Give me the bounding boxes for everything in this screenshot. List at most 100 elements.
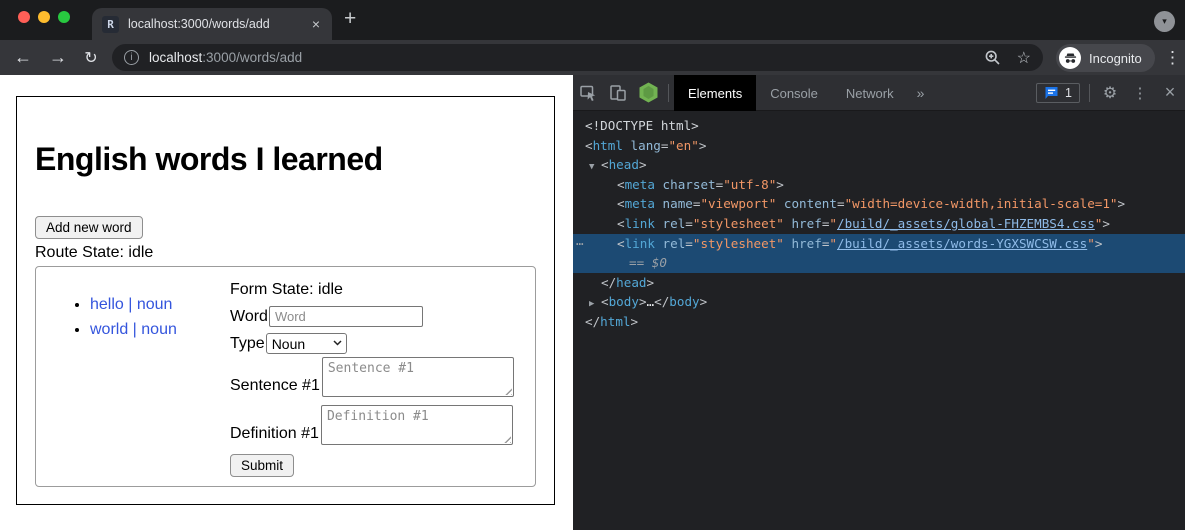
tab-search-button[interactable]: ▾ xyxy=(1154,11,1175,32)
code-token: < xyxy=(617,216,625,231)
code-token xyxy=(776,196,784,211)
zoom-icon[interactable] xyxy=(984,49,1001,66)
code-token: > xyxy=(776,177,784,192)
incognito-label: Incognito xyxy=(1089,51,1142,66)
devtools-code-line[interactable]: <meta charset="utf-8"> xyxy=(573,175,1185,195)
code-token: head xyxy=(616,275,646,290)
code-token: = xyxy=(685,236,693,251)
browser-window: R localhost:3000/words/add × + ▾ ← → ↻ i… xyxy=(0,0,1185,530)
definition-textarea[interactable] xyxy=(321,405,513,445)
minimize-window-button[interactable] xyxy=(38,11,50,23)
devtools-code-line[interactable]: ⋯<link rel="stylesheet" href="/build/_as… xyxy=(573,234,1185,254)
devtools-code-line[interactable]: ▼<head> xyxy=(573,155,1185,175)
address-bar[interactable]: i localhost:3000/words/add ☆ xyxy=(112,44,1043,71)
code-token: = xyxy=(837,196,845,211)
devtools-panel: Elements Console Network » 1 ⚙ ⋮ × <!DOC… xyxy=(573,75,1185,530)
tab-network[interactable]: Network xyxy=(832,75,908,111)
code-token: > xyxy=(1095,236,1103,251)
forward-icon[interactable]: → xyxy=(45,40,71,75)
route-state-text: Route State: idle xyxy=(35,244,536,262)
maximize-window-button[interactable] xyxy=(58,11,70,23)
devtools-code-line[interactable]: </html> xyxy=(573,312,1185,332)
devtools-code-line[interactable]: <link rel="stylesheet" href="/build/_ass… xyxy=(573,214,1185,234)
code-token: == $0 xyxy=(629,255,667,270)
browser-menu-icon[interactable]: ⋮ xyxy=(1164,40,1181,75)
bookmark-star-icon[interactable]: ☆ xyxy=(1017,48,1031,68)
code-token: < xyxy=(617,177,625,192)
code-token: head xyxy=(609,157,639,172)
inspect-element-icon[interactable] xyxy=(573,75,603,111)
word-link[interactable]: world | noun xyxy=(90,321,177,338)
settings-gear-icon[interactable]: ⚙ xyxy=(1095,75,1125,111)
site-info-icon[interactable]: i xyxy=(124,50,139,65)
code-token: rel xyxy=(663,236,686,251)
line-actions-dots-icon[interactable]: ⋯ xyxy=(576,234,583,254)
reload-icon[interactable]: ↻ xyxy=(78,40,104,75)
code-token: "stylesheet" xyxy=(693,216,784,231)
devtools-code-line[interactable]: == $0 xyxy=(573,253,1185,273)
code-token: name xyxy=(663,196,693,211)
form-state-text: Form State: idle xyxy=(230,280,529,300)
close-window-button[interactable] xyxy=(18,11,30,23)
code-token: /build/_assets/words-YGXSWCSW.css xyxy=(837,236,1087,251)
sentence-field-row: Sentence #1 xyxy=(230,357,529,397)
more-tabs-icon[interactable]: » xyxy=(908,85,934,101)
sentence-textarea[interactable] xyxy=(322,357,514,397)
code-token: /build/_assets/global-FHZEMBS4.css xyxy=(837,216,1095,231)
devtools-close-icon[interactable]: × xyxy=(1155,75,1185,111)
code-token: "width=device-width,initial-scale=1" xyxy=(845,196,1118,211)
code-token: < xyxy=(617,236,625,251)
word-label: Word xyxy=(230,308,268,326)
type-select[interactable]: Noun xyxy=(266,333,347,354)
devtools-code-line[interactable]: <meta name="viewport" content="width=dev… xyxy=(573,194,1185,214)
definition-label: Definition #1 xyxy=(230,424,319,444)
code-token: " xyxy=(829,216,837,231)
nodejs-extension-icon[interactable] xyxy=(633,75,663,111)
browser-tab[interactable]: R localhost:3000/words/add × xyxy=(92,8,332,40)
devtools-code-line[interactable]: ▶<body>…</body> xyxy=(573,292,1185,312)
devtools-code-line[interactable]: <html lang="en"> xyxy=(573,136,1185,156)
devtools-code-line[interactable]: </head> xyxy=(573,273,1185,293)
word-input[interactable] xyxy=(269,306,423,327)
url-path: :3000/words/add xyxy=(202,50,302,65)
code-token: > xyxy=(639,294,647,309)
code-token: "en" xyxy=(668,138,698,153)
tab-close-icon[interactable]: × xyxy=(310,16,322,32)
url-text[interactable]: localhost:3000/words/add xyxy=(149,50,302,65)
code-token: … xyxy=(647,294,655,309)
word-link[interactable]: hello | noun xyxy=(90,296,172,313)
devtools-code-line[interactable]: <!DOCTYPE html> xyxy=(573,116,1185,136)
code-token: < xyxy=(617,196,625,211)
code-token xyxy=(655,196,663,211)
toolbar-divider xyxy=(1089,84,1090,102)
tab-console[interactable]: Console xyxy=(756,75,832,111)
word-field-row: Word xyxy=(230,306,529,327)
code-token: > xyxy=(1118,196,1126,211)
word-list-column: hello | noun world | noun xyxy=(36,267,226,486)
new-tab-button[interactable]: + xyxy=(344,7,356,31)
code-token: link xyxy=(625,216,655,231)
word-form-column: Form State: idle Word Type Noun xyxy=(226,267,535,486)
issues-counter[interactable]: 1 xyxy=(1036,83,1080,103)
sentence-textarea-wrap xyxy=(322,357,514,397)
code-token: meta xyxy=(625,196,655,211)
code-token: link xyxy=(625,236,655,251)
back-icon[interactable]: ← xyxy=(10,40,36,75)
add-new-word-button[interactable]: Add new word xyxy=(35,216,143,239)
code-token: body xyxy=(669,294,699,309)
code-token xyxy=(655,177,663,192)
issues-count: 1 xyxy=(1065,86,1072,100)
window-controls xyxy=(18,11,70,23)
code-token: "stylesheet" xyxy=(693,236,784,251)
tab-elements[interactable]: Elements xyxy=(674,75,756,111)
submit-button[interactable]: Submit xyxy=(230,454,294,477)
code-token: href xyxy=(791,236,821,251)
word-list-item: hello | noun xyxy=(90,296,226,314)
code-token: "utf-8" xyxy=(723,177,776,192)
device-toolbar-icon[interactable] xyxy=(603,75,633,111)
code-token: </ xyxy=(585,314,600,329)
code-token: charset xyxy=(663,177,716,192)
devtools-menu-icon[interactable]: ⋮ xyxy=(1125,75,1155,111)
word-list-item: world | noun xyxy=(90,321,226,339)
sentence-label: Sentence #1 xyxy=(230,376,320,396)
